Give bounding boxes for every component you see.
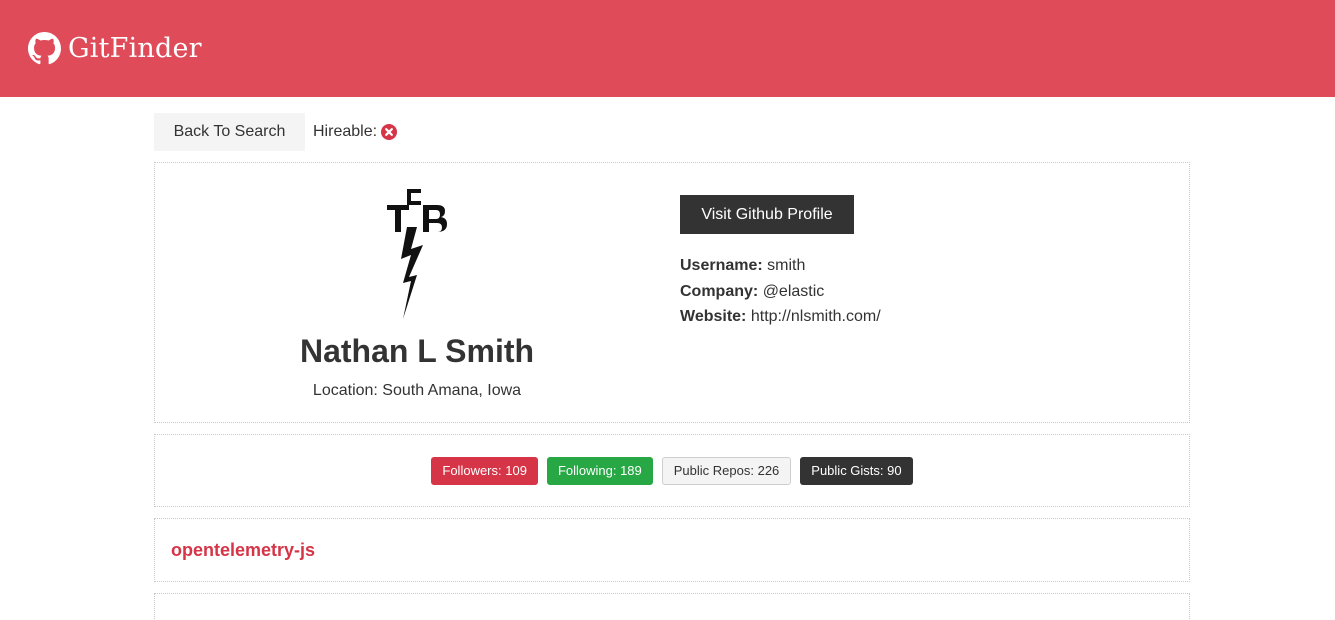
hireable-status: Hireable: [313,123,398,141]
visit-github-profile-button[interactable]: Visit Github Profile [680,195,854,234]
repo-item: opentelemetry-js [154,518,1190,582]
full-name: Nathan L Smith [299,333,535,369]
navbar: GitFinder [0,0,1335,97]
repo-link[interactable]: opentelemetry-js [171,540,315,561]
toolbar: Back To Search Hireable: [154,113,1190,151]
github-icon [28,32,61,65]
website-value: http://nlsmith.com/ [750,308,881,325]
company-value: @elastic [762,282,825,300]
brand[interactable]: GitFinder [28,32,202,65]
company-row: Company: @elastic [680,279,881,305]
website-label: Website: [680,308,747,325]
username-label: Username: [680,257,763,274]
back-to-search-button[interactable]: Back To Search [154,113,305,151]
repo-item [154,593,1190,620]
followers-badge: Followers: 109 [431,456,538,485]
stats-card: Followers: 109 Following: 189 Public Rep… [154,434,1190,507]
website-row: Website: http://nlsmith.com/ [680,304,881,330]
times-circle-icon [381,124,398,140]
username-row: Username: smith [680,253,881,279]
profile-info: Username: smith Company: @elastic Websit… [680,253,881,330]
location-text: Location: South Amana, Iowa [312,382,522,399]
public-gists-badge: Public Gists: 90 [800,456,913,485]
following-badge: Following: 189 [546,456,653,485]
profile-card: Nathan L Smith Location: South Amana, Io… [154,162,1190,423]
username-value: smith [767,257,806,274]
company-label: Company: [680,282,759,300]
main-container: Back To Search Hireable: Nathan L Smith … [154,113,1190,620]
avatar [387,189,447,319]
hireable-label: Hireable: [313,123,378,140]
public-repos-badge: Public Repos: 226 [661,456,792,485]
brand-title: GitFinder [68,33,202,64]
